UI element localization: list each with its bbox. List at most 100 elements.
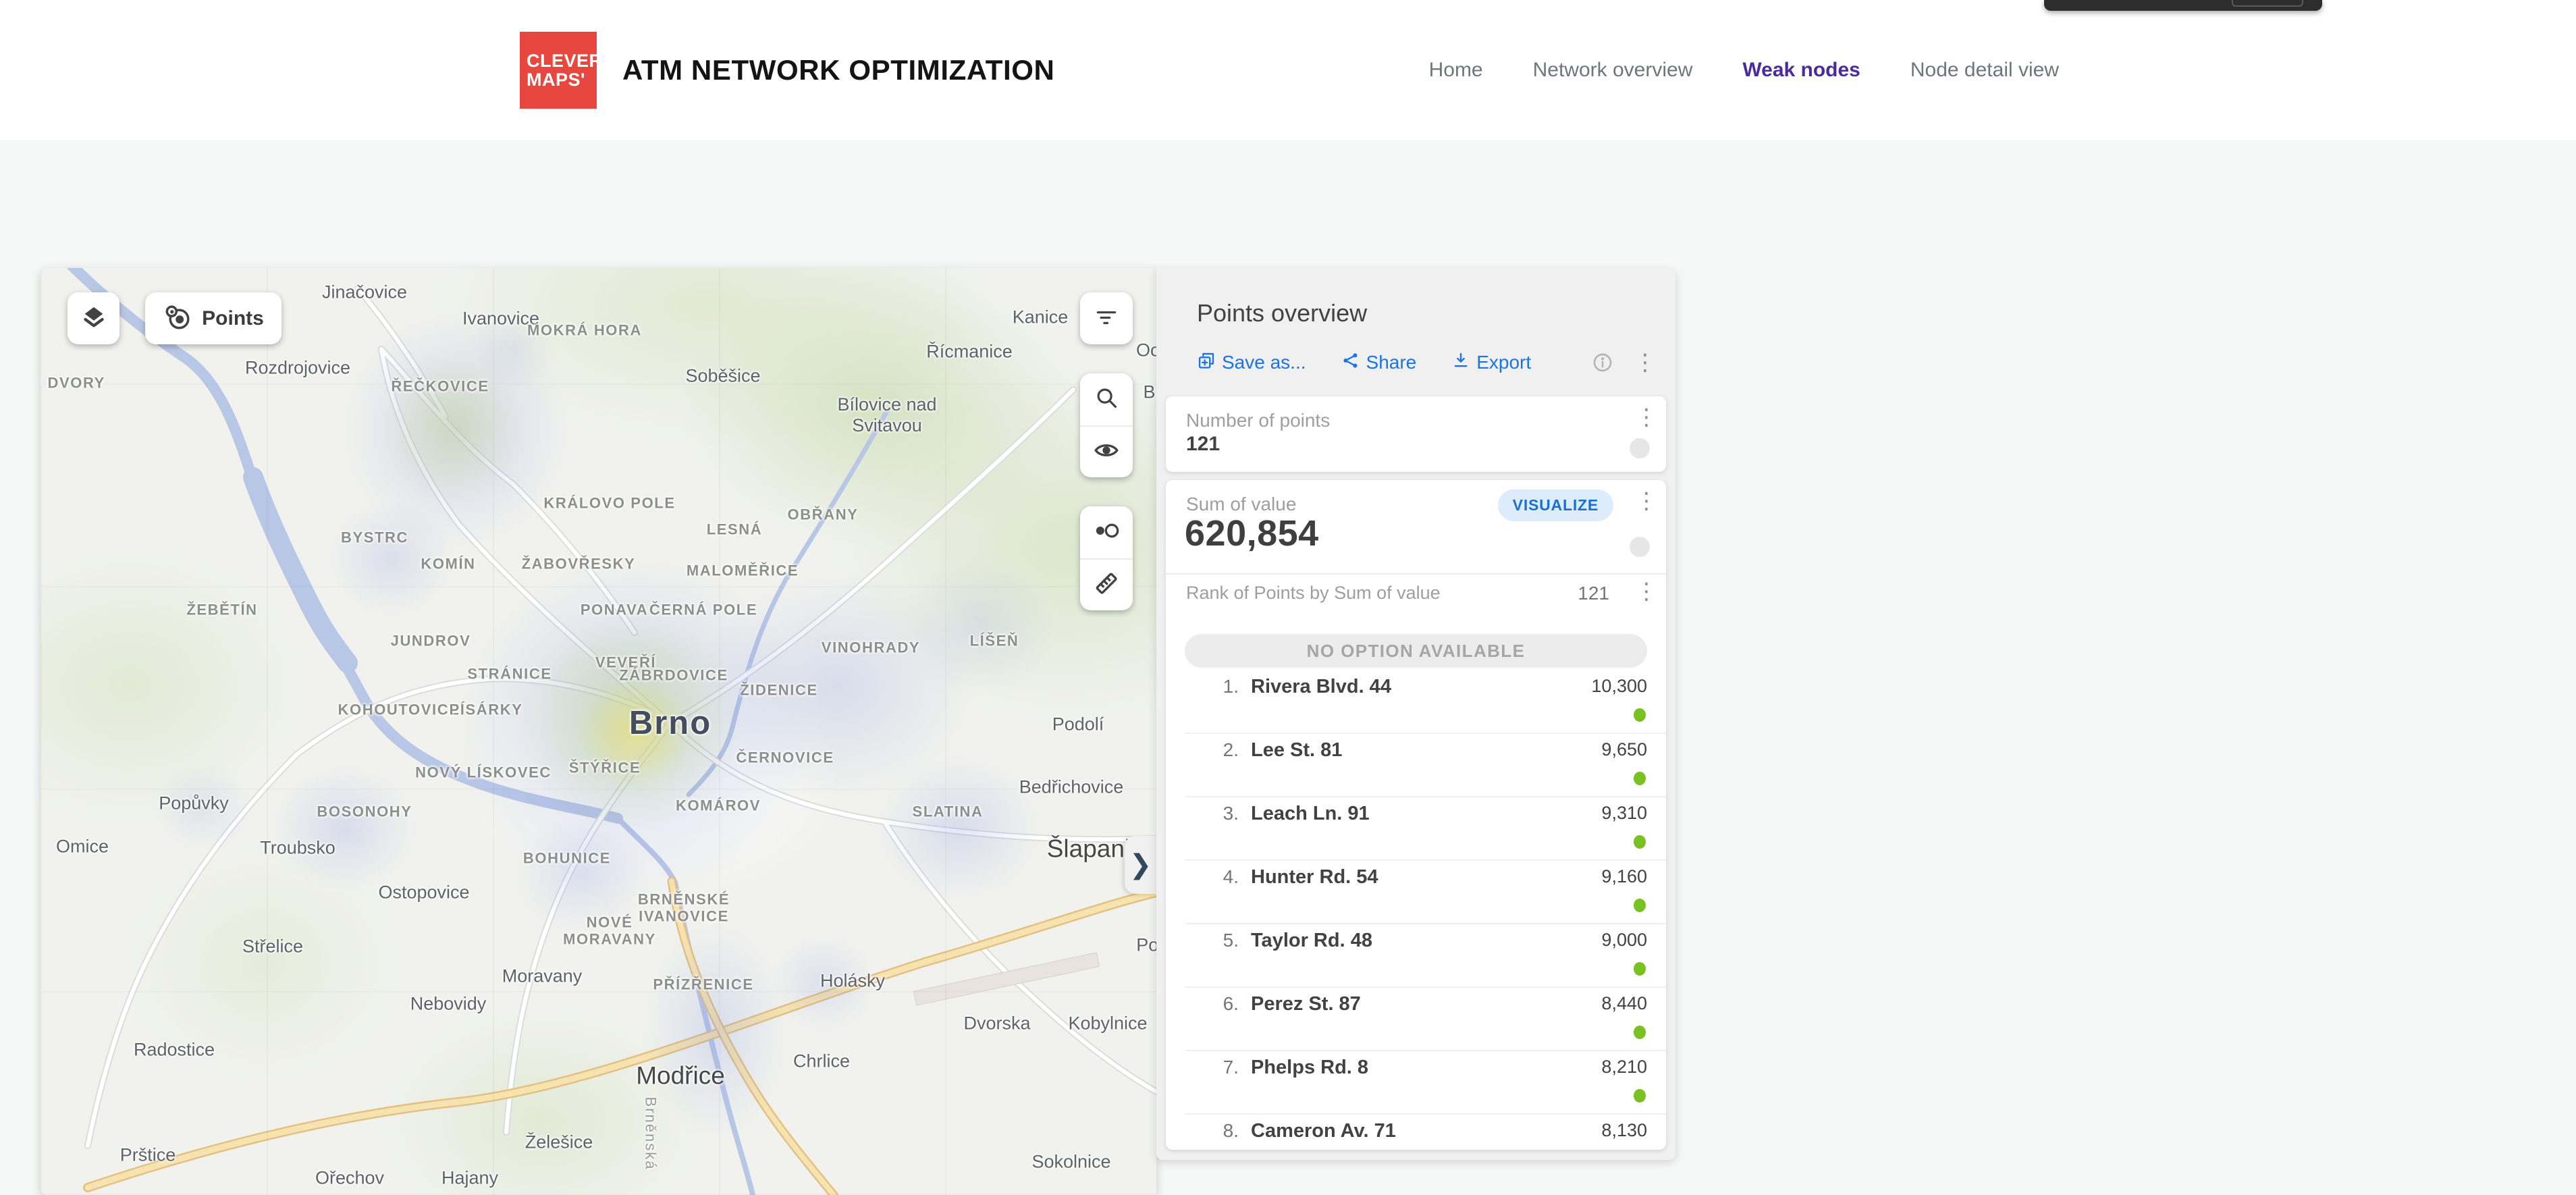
browser-toast-button[interactable]	[2232, 0, 2303, 7]
nav-network-overview[interactable]: Network overview	[1533, 59, 1693, 82]
rank-number: 6.	[1209, 993, 1239, 1015]
nav-home[interactable]: Home	[1429, 59, 1483, 82]
rank-row[interactable]: 3.Leach Ln. 919,310	[1166, 797, 1666, 861]
map-label: ŠTÝŘICE	[569, 759, 641, 776]
map-label: Soběšice	[685, 365, 760, 386]
map-label: KOMÁROV	[676, 797, 761, 814]
map-label: VINOHRADY	[822, 639, 920, 656]
map-label: Kobylnice	[1068, 1013, 1147, 1034]
green-status-dot	[1634, 772, 1646, 785]
panel-collapse-toggle[interactable]: ❯	[1125, 836, 1156, 894]
measure-button[interactable]	[1080, 558, 1133, 610]
map-label: Holásky	[820, 970, 885, 991]
sum-card-toggle[interactable]	[1630, 537, 1650, 557]
sum-of-value-card: Sum of value 620,854 VISUALIZE ⋮ Rank of…	[1166, 480, 1666, 1150]
number-of-points-value: 121	[1186, 433, 1220, 456]
map-label: Ponětovice	[1136, 934, 1156, 955]
map-label: KOMÍN	[421, 555, 475, 572]
map-label: NOVÉ MORAVANY	[563, 914, 656, 949]
map-label: ŽIDENICE	[740, 681, 817, 698]
map-label: ŘEČKOVICE	[391, 377, 489, 394]
points-toggle-button[interactable]: Points	[145, 292, 281, 344]
number-card-toggle[interactable]	[1630, 438, 1650, 458]
map-label: Sokolnice	[1031, 1151, 1110, 1172]
points-cluster-icon	[163, 302, 191, 334]
map-label: ČERNOVICE	[736, 749, 834, 766]
rank-value: 10,300	[1591, 676, 1647, 697]
logo-line2: MAPS'	[527, 70, 597, 89]
green-status-dot	[1634, 1026, 1646, 1039]
map-label: Nebovidy	[410, 993, 487, 1014]
rank-name: Rivera Blvd. 44	[1251, 676, 1391, 698]
rank-number: 8.	[1209, 1120, 1239, 1142]
map-label: KOHOUTOVICE	[338, 701, 460, 718]
export-button[interactable]: Export	[1451, 351, 1531, 375]
rank-kebab[interactable]: ⋮	[1635, 580, 1658, 603]
chevron-right-icon: ❯	[1129, 849, 1152, 880]
rank-name: Taylor Rd. 48	[1251, 930, 1372, 952]
map-label: Popůvky	[159, 793, 229, 814]
map-label: Bedřichovice	[1019, 776, 1124, 797]
rank-value: 8,210	[1601, 1057, 1647, 1078]
save-as-button[interactable]: Save as...	[1197, 351, 1306, 375]
main-nav: Home Network overview Weak nodes Node detai…	[1429, 0, 2059, 140]
map-label: OBŘANY	[788, 506, 859, 523]
rank-value: 8,440	[1601, 993, 1647, 1014]
compare-points-button[interactable]	[1080, 506, 1133, 558]
rank-row[interactable]: 2.Lee St. 819,650	[1166, 734, 1666, 797]
rank-name: Hunter Rd. 54	[1251, 866, 1378, 888]
map-label: Ořechov	[315, 1167, 384, 1188]
share-label: Share	[1366, 352, 1417, 373]
search-icon	[1094, 385, 1119, 414]
rank-row[interactable]: 8. Cameron Av. 71 8,130	[1166, 1115, 1666, 1150]
info-icon[interactable]	[1592, 352, 1613, 373]
rank-count: 121	[1578, 583, 1609, 604]
rank-row[interactable]: 5.Taylor Rd. 489,000	[1166, 924, 1666, 988]
compare-circles-icon	[1093, 517, 1120, 548]
map-label: Brno	[629, 704, 712, 742]
green-status-dot	[1634, 708, 1646, 722]
app-header: CLEVER° MAPS' ATM NETWORK OPTIMIZATION H…	[0, 0, 2576, 140]
panel-menu-kebab[interactable]: ⋮	[1634, 351, 1657, 374]
rank-name: Cameron Av. 71	[1251, 1120, 1396, 1142]
rank-value: 8,130	[1601, 1120, 1647, 1141]
map-canvas[interactable]: JinačoviceIvanoviceMOKRÁ HORAKaniceRozdr…	[41, 268, 1156, 1195]
visualize-badge[interactable]: VISUALIZE	[1498, 489, 1613, 521]
green-status-dot	[1634, 835, 1646, 849]
map-visibility-button[interactable]	[1080, 425, 1133, 477]
map-label: Podolí	[1052, 714, 1104, 735]
map-label: Ochoz u Brna	[1136, 340, 1156, 402]
map-label: Jinačovice	[322, 282, 407, 302]
map-label: Moravany	[502, 965, 583, 986]
map-search-button[interactable]	[1080, 373, 1133, 425]
rank-row[interactable]: 1.Rivera Blvd. 4410,300	[1166, 670, 1666, 734]
rank-value: 9,160	[1601, 866, 1647, 887]
map-label: STRÁNICE	[467, 665, 552, 682]
map-filter-button[interactable]	[1080, 292, 1133, 344]
rank-name: Leach Ln. 91	[1251, 803, 1370, 825]
sum-card-kebab[interactable]: ⋮	[1635, 489, 1658, 512]
number-of-points-card: Number of points 121 ⋮	[1166, 396, 1666, 472]
share-button[interactable]: Share	[1341, 351, 1417, 375]
nav-weak-nodes[interactable]: Weak nodes	[1742, 59, 1860, 82]
save-as-icon	[1197, 351, 1216, 375]
green-status-dot	[1634, 962, 1646, 976]
rank-value: 9,650	[1601, 739, 1647, 760]
sum-of-value-value: 620,854	[1185, 512, 1319, 554]
number-card-kebab[interactable]: ⋮	[1635, 406, 1658, 429]
layers-icon	[80, 303, 107, 334]
logo-line1: CLEVER°	[527, 51, 597, 70]
map-label: LÍŠEŇ	[970, 632, 1019, 649]
nav-node-detail-view[interactable]: Node detail view	[1910, 59, 2059, 82]
map-label: NOVÝ LÍSKOVEC	[415, 764, 552, 780]
layers-button[interactable]	[68, 292, 119, 344]
rank-value: 9,000	[1601, 930, 1647, 951]
map-label: Kanice	[1013, 307, 1069, 327]
eye-icon	[1093, 437, 1120, 467]
rank-row[interactable]: 6.Perez St. 878,440	[1166, 988, 1666, 1051]
rank-row[interactable]: 4. Hunter Rd. 54 9,160	[1166, 861, 1666, 924]
rank-number: 4.	[1209, 866, 1239, 888]
rank-row[interactable]: 7.Phelps Rd. 88,210	[1166, 1051, 1666, 1115]
rank-name: Lee St. 81	[1251, 739, 1342, 762]
map-label: MOKRÁ HORA	[527, 321, 642, 338]
